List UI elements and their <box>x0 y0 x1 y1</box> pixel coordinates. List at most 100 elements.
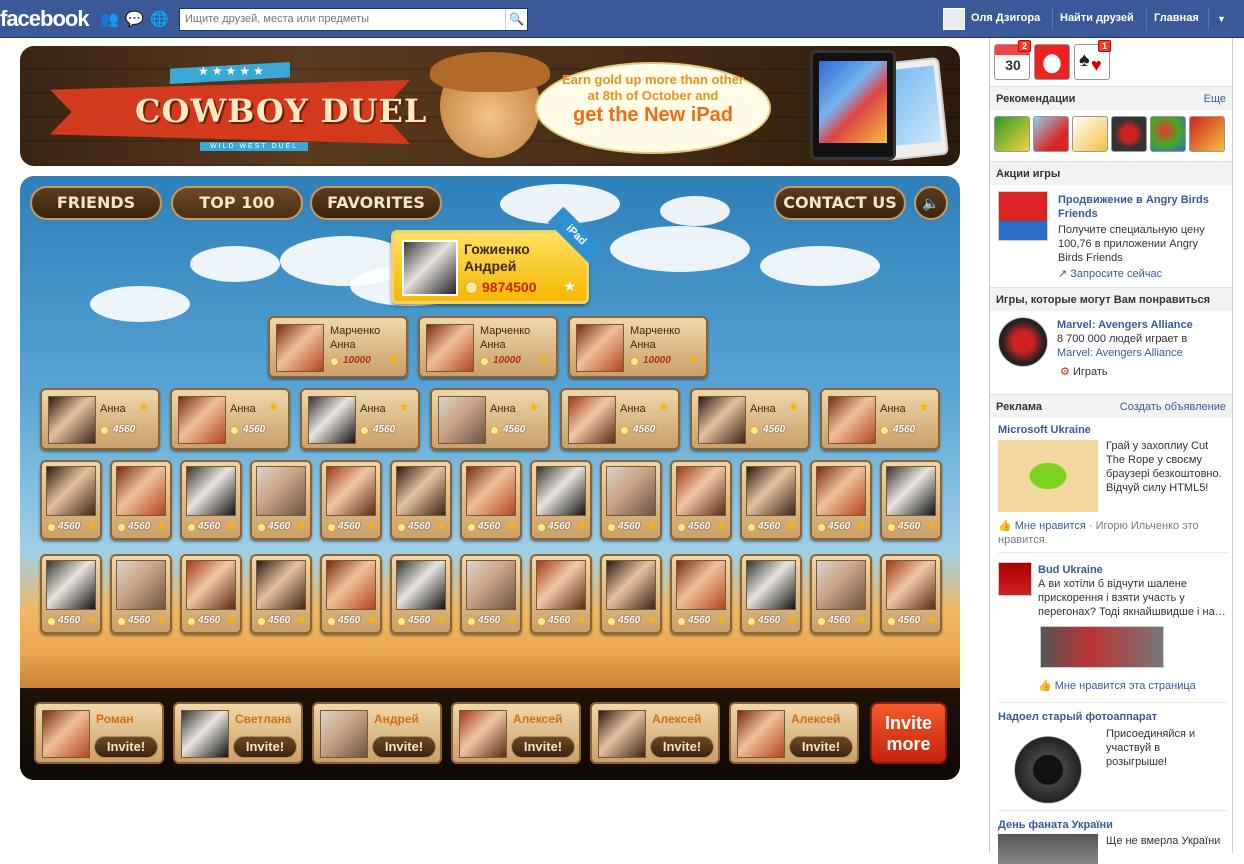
favorite-star-icon[interactable]: ★ <box>538 352 550 368</box>
favorite-star-icon[interactable]: ★ <box>388 352 400 368</box>
account-menu-icon[interactable]: ▼ <box>1217 14 1226 24</box>
profile-link[interactable]: Оля Дзигора <box>971 12 1040 24</box>
marvel-title[interactable]: Marvel: Avengers Alliance <box>1057 318 1193 332</box>
player-tile[interactable]: 4560 ★ <box>460 554 522 634</box>
play-button[interactable]: ⚙ Играть <box>1060 365 1108 379</box>
player-tile[interactable]: 4560 ★ <box>880 460 942 540</box>
like-page-link[interactable]: 👍 Мне нравится эта страница <box>1038 679 1196 692</box>
angry-birds-friends-icon[interactable] <box>998 191 1048 241</box>
marvel-icon[interactable] <box>998 317 1048 367</box>
player-tile[interactable]: 4560 ★ <box>810 554 872 634</box>
player-tile[interactable]: 4560 ★ <box>390 460 452 540</box>
search-icon[interactable]: 🔍 <box>505 9 527 30</box>
ad3-title[interactable]: Надоел старый фотоаппарат <box>998 710 1157 724</box>
favorite-star-icon[interactable]: ★ <box>786 612 798 628</box>
cut-the-rope-image[interactable] <box>998 440 1098 512</box>
player-tile[interactable]: 4560 ★ <box>530 554 592 634</box>
favorite-star-icon[interactable]: ★ <box>436 518 448 534</box>
player-tile[interactable]: 4560 ★ <box>460 460 522 540</box>
invite-button[interactable]: Invite! <box>94 736 158 758</box>
favorite-star-icon[interactable]: ★ <box>918 399 930 415</box>
player-tile[interactable]: 4560 ★ <box>320 460 382 540</box>
player-tile[interactable]: 4560 ★ <box>250 460 312 540</box>
favorite-star-icon[interactable]: ★ <box>856 518 868 534</box>
player-card[interactable]: Анна ★ 4560 <box>560 388 680 450</box>
avengers-icon[interactable] <box>1111 116 1147 152</box>
tab-favorites[interactable]: FAVORITES <box>310 186 442 220</box>
player-tile[interactable]: 4560 ★ <box>40 460 102 540</box>
player-card[interactable]: Анна ★ 4560 <box>430 388 550 450</box>
favorite-star-icon[interactable]: ★ <box>156 612 168 628</box>
player-tile[interactable]: 4560 ★ <box>600 554 662 634</box>
player-card-marchenko[interactable]: Марченко Анна 10000 ★ <box>568 316 708 378</box>
player-tile[interactable]: 4560 ★ <box>670 460 732 540</box>
player-tile[interactable]: 4560 ★ <box>600 460 662 540</box>
favorite-star-icon[interactable]: ★ <box>86 518 98 534</box>
angry-birds-icon[interactable] <box>1033 116 1069 152</box>
player-card[interactable]: Анна ★ 4560 <box>300 388 420 450</box>
favorite-star-icon[interactable]: ★ <box>226 612 238 628</box>
avatar[interactable] <box>943 8 965 30</box>
game-banner[interactable]: ★★★★★ COWBOY DUEL WILD WEST DUEL Earn go… <box>20 46 960 166</box>
player-tile[interactable]: 4560 ★ <box>180 554 242 634</box>
player-tile[interactable]: 4560 ★ <box>740 554 802 634</box>
player-tile[interactable]: 4560 ★ <box>530 460 592 540</box>
ad4-image[interactable] <box>998 834 1098 864</box>
ad1-title[interactable]: Microsoft Ukraine <box>998 423 1091 437</box>
favorite-star-icon[interactable]: ★ <box>716 612 728 628</box>
favorite-star-icon[interactable]: ★ <box>506 518 518 534</box>
player-tile[interactable]: 4560 ★ <box>670 554 732 634</box>
player-card[interactable]: Анна ★ 4560 <box>40 388 160 450</box>
more-link[interactable]: Еще <box>1204 93 1226 105</box>
favorite-star-icon[interactable]: ★ <box>528 399 540 415</box>
sound-icon[interactable]: 🔈 <box>914 186 948 220</box>
favorite-star-icon[interactable]: ★ <box>716 518 728 534</box>
favorite-star-icon[interactable]: ★ <box>296 612 308 628</box>
tab-top-100[interactable]: TOP 100 <box>171 186 303 220</box>
favorite-star-icon[interactable]: ★ <box>646 518 658 534</box>
invite-button[interactable]: Invite! <box>789 736 853 758</box>
player-card[interactable]: Анна ★ 4560 <box>690 388 810 450</box>
camera-image[interactable] <box>998 728 1098 804</box>
ad2-title[interactable]: Bud Ukraine <box>1038 563 1103 577</box>
player-card-marchenko[interactable]: Марченко Анна 10000 ★ <box>268 316 408 378</box>
favorite-star-icon[interactable]: ★ <box>226 518 238 534</box>
fruit-ninja-icon[interactable] <box>994 116 1030 152</box>
player-tile[interactable]: 4560 ★ <box>180 460 242 540</box>
favorite-star-icon[interactable]: ★ <box>788 399 800 415</box>
favorite-star-icon[interactable]: ★ <box>576 612 588 628</box>
notifications-globe-icon[interactable]: 🌐 <box>150 10 169 28</box>
promo-title[interactable]: Продвижение в Angry Birds Friends <box>1058 193 1228 221</box>
player-tile[interactable]: 4560 ★ <box>390 554 452 634</box>
player-tile[interactable]: 4560 ★ <box>40 554 102 634</box>
egg-game-icon[interactable] <box>1034 44 1070 80</box>
player-tile[interactable]: 4560 ★ <box>250 554 312 634</box>
favorite-star-icon[interactable]: ★ <box>856 612 868 628</box>
invite-button[interactable]: Invite! <box>372 736 436 758</box>
player-tile[interactable]: 4560 ★ <box>810 460 872 540</box>
favorite-star-icon[interactable]: ★ <box>646 612 658 628</box>
messages-icon[interactable]: 💬 <box>125 10 144 28</box>
search-input[interactable] <box>180 9 498 29</box>
favorite-star-icon[interactable]: ★ <box>576 518 588 534</box>
facebook-logo[interactable]: facebook <box>0 6 90 32</box>
invite-button[interactable]: Invite! <box>233 736 297 758</box>
racing-image[interactable] <box>1040 626 1164 668</box>
favorite-star-icon[interactable]: ★ <box>156 518 168 534</box>
favorite-star-icon[interactable]: ★ <box>658 399 670 415</box>
player-card[interactable]: Анна ★ 4560 <box>170 388 290 450</box>
ad4-title[interactable]: День фаната України <box>998 818 1113 832</box>
star-icon[interactable]: ★ <box>563 278 576 295</box>
invite-more-button[interactable]: Invite more <box>870 702 947 764</box>
empires-game-icon[interactable] <box>1189 116 1225 152</box>
create-ad-link[interactable]: Создать объявление <box>1120 401 1226 413</box>
player-tile[interactable]: 4560 ★ <box>740 460 802 540</box>
like-link[interactable]: 👍 Мне нравится <box>998 520 1086 532</box>
player-card[interactable]: Анна ★ 4560 <box>820 388 940 450</box>
leader-card[interactable]: Гожиенко Андрей 9874500 ★ iPad <box>391 206 605 304</box>
favorite-star-icon[interactable]: ★ <box>398 399 410 415</box>
favorite-star-icon[interactable]: ★ <box>268 399 280 415</box>
favorite-star-icon[interactable]: ★ <box>86 612 98 628</box>
tab-friends[interactable]: FRIENDS <box>30 186 162 220</box>
bud-logo[interactable] <box>998 562 1032 596</box>
